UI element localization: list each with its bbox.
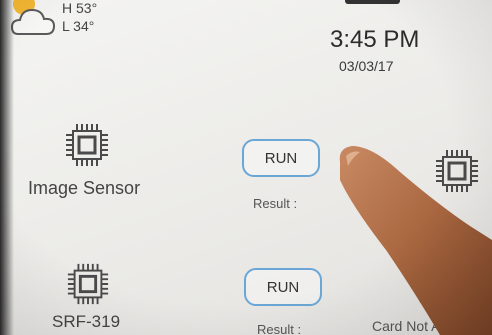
touchscreen-display: H 53° L 34° 3:45 PM 03/03/17 Image Senso… — [0, 0, 492, 335]
bezel-shadow — [0, 0, 14, 335]
finger-overlay — [339, 146, 492, 335]
